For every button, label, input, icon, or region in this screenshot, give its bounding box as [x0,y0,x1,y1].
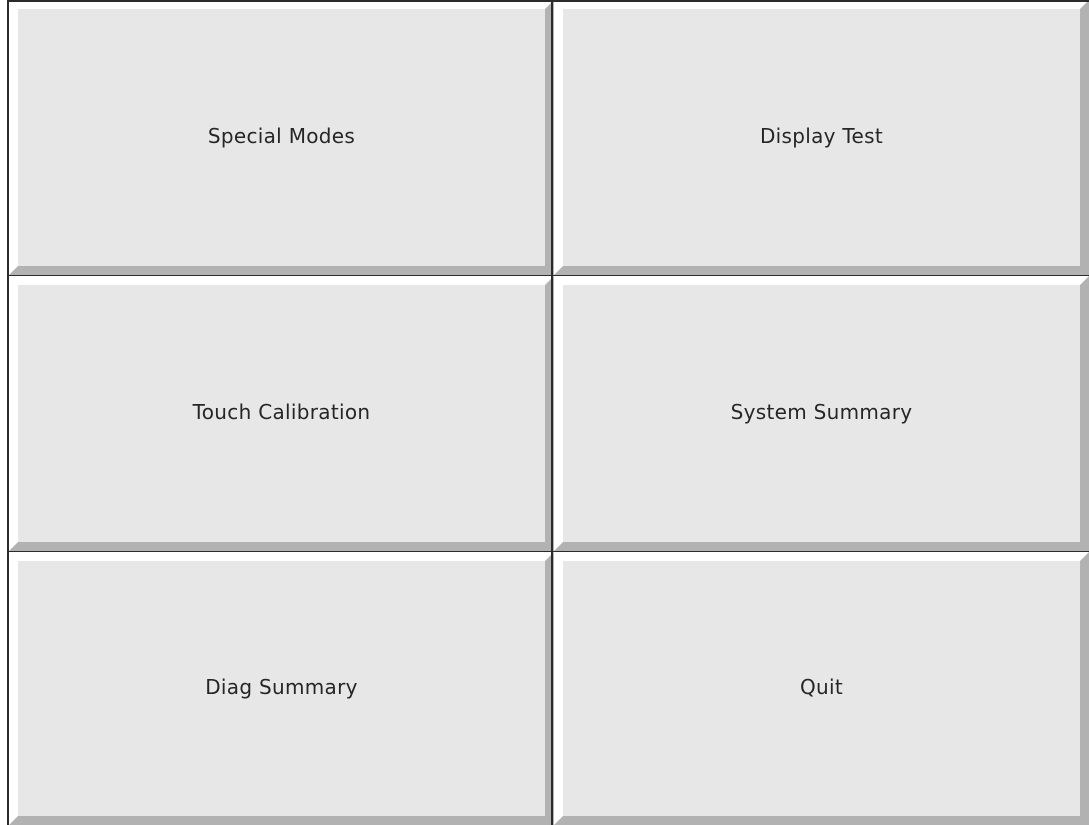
system-summary-button[interactable]: System Summary [554,276,1089,551]
special-modes-button[interactable]: Special Modes [9,0,554,275]
cell-touch-calibration: Touch Calibration [9,276,554,551]
cell-special-modes: Special Modes [9,0,554,275]
diag-summary-button[interactable]: Diag Summary [9,552,554,825]
quit-button[interactable]: Quit [554,552,1089,825]
row-divider-1 [7,275,1089,276]
cell-display-test: Display Test [554,0,1089,275]
center-column-divider [551,0,553,825]
diagnostics-menu-screen: Special Modes Display Test Touch Calibra… [0,0,1089,825]
row-divider-2 [7,551,1089,552]
left-frame-divider [7,0,9,825]
cell-system-summary: System Summary [554,276,1089,551]
touch-calibration-button[interactable]: Touch Calibration [9,276,554,551]
quit-label: Quit [799,674,844,699]
touch-calibration-label: Touch Calibration [192,399,371,424]
display-test-button[interactable]: Display Test [554,0,1089,275]
top-frame-divider [7,0,1089,2]
display-test-label: Display Test [759,123,884,148]
diag-summary-label: Diag Summary [205,674,358,699]
cell-diag-summary: Diag Summary [9,552,554,825]
system-summary-label: System Summary [730,399,913,424]
cell-quit: Quit [554,552,1089,825]
special-modes-label: Special Modes [207,123,356,148]
